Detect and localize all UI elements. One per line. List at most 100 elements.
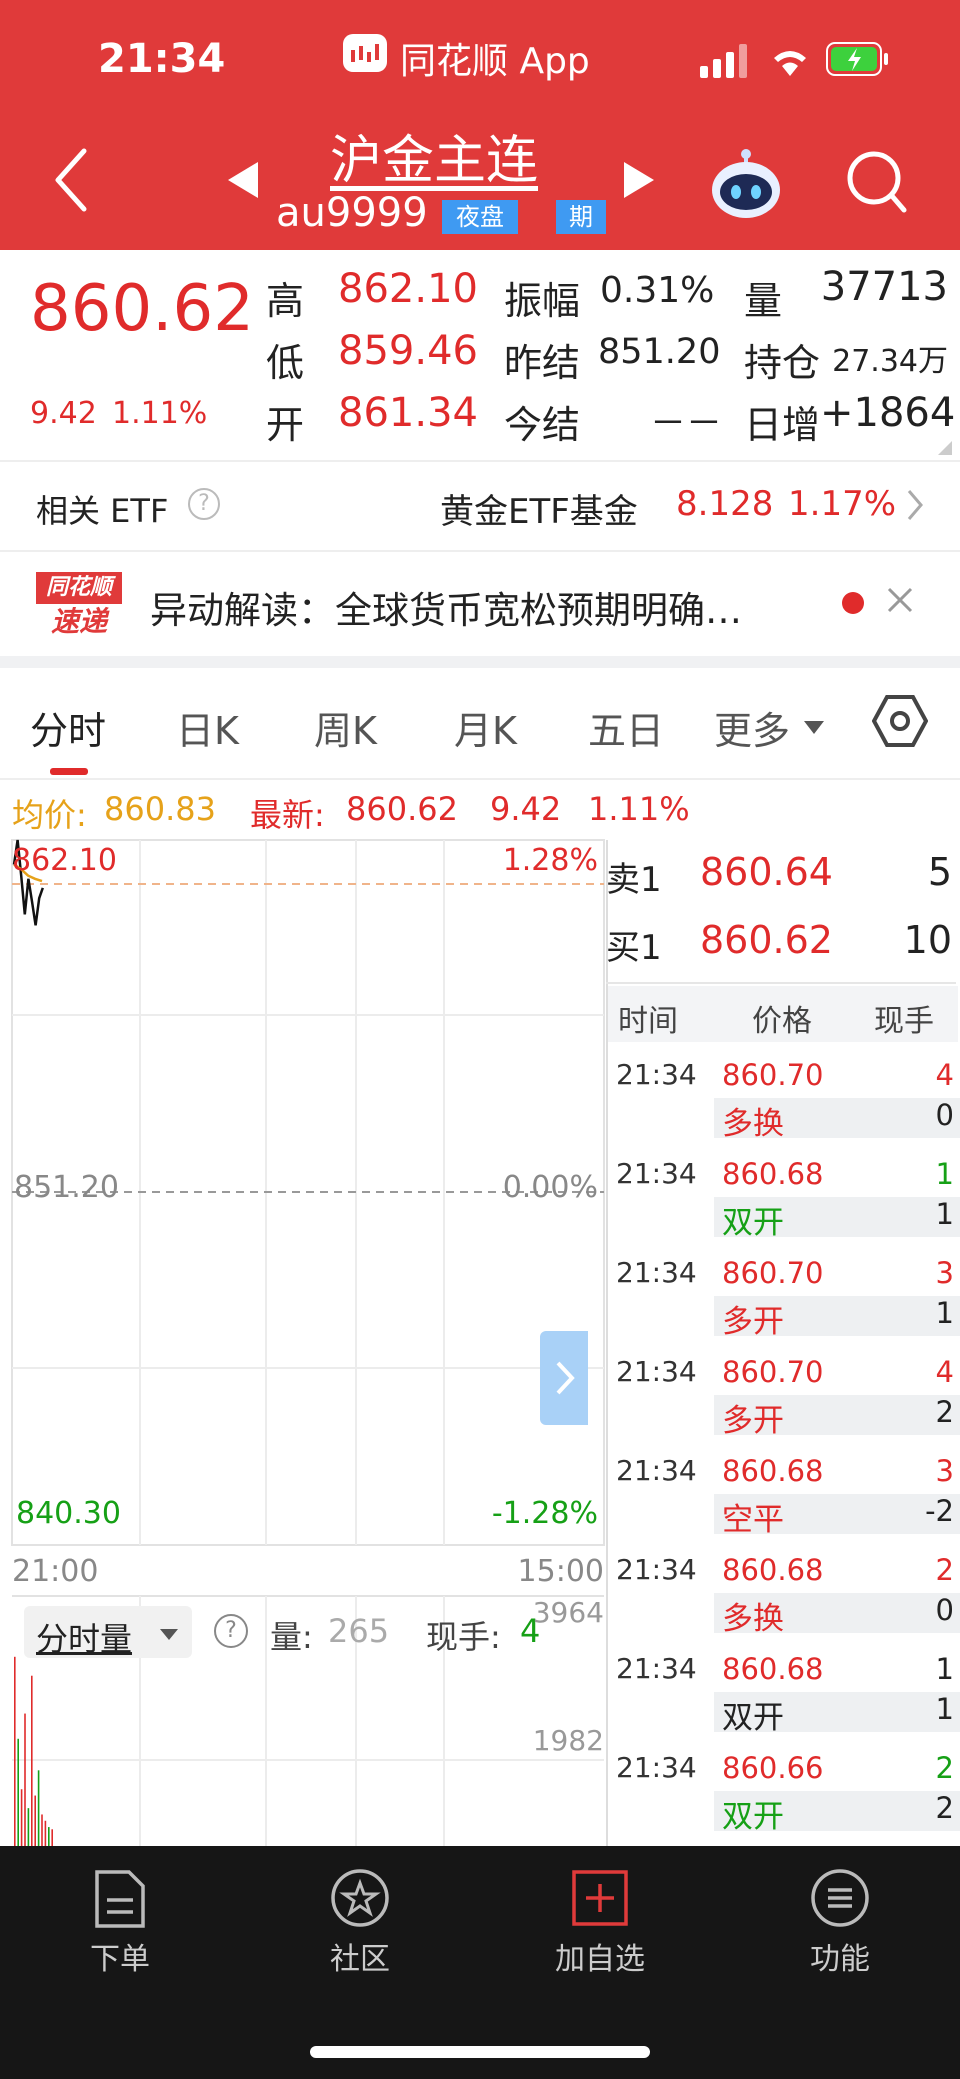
trade-type-vol: 1 xyxy=(935,1692,954,1726)
pct-label-mid: 0.00% xyxy=(502,1170,598,1205)
trade-time: 21:34 xyxy=(616,1058,697,1091)
volume-bar xyxy=(31,1675,33,1846)
trade-time: 21:34 xyxy=(616,1553,697,1586)
trade-price: 860.68 xyxy=(722,1553,824,1587)
trade-vol: 4 xyxy=(935,1058,954,1092)
x-label-start: 21:00 xyxy=(12,1554,99,1589)
table-row: 21:34 860.68 1 双开 1 xyxy=(606,1143,960,1241)
trade-table-header: 时间 价格 现手 xyxy=(608,986,958,1042)
divider xyxy=(606,982,956,984)
volume-bar xyxy=(44,1820,47,1846)
nav-add-watchlist[interactable]: 加自选 xyxy=(540,1860,660,1977)
help-icon[interactable]: ? xyxy=(214,1614,248,1648)
pct-label-bottom: -1.28% xyxy=(491,1496,598,1531)
trade-type-vol: 0 xyxy=(935,1593,954,1627)
nav-label: 功能 xyxy=(810,1942,870,1977)
volume-bar xyxy=(51,1829,53,1846)
table-row: 21:34 860.70 4 多开 2 xyxy=(606,1341,960,1439)
app-root: 21:34 同花顺 App 沪金主连 au9999 夜盘 期 860.62 9.… xyxy=(0,0,960,2079)
y-label-top: 862.10 xyxy=(12,843,117,878)
volume-axis-mid: 1982 xyxy=(532,1724,604,1757)
volume-bar xyxy=(41,1814,43,1846)
y-label-mid: 851.20 xyxy=(14,1170,119,1205)
trade-type-vol: -2 xyxy=(925,1494,954,1528)
trade-price: 860.70 xyxy=(722,1058,824,1092)
menu-circle-icon xyxy=(810,1868,870,1932)
trade-price: 860.68 xyxy=(722,1652,824,1686)
bottom-nav: 下单 社区 加自选 功能 xyxy=(0,1846,960,2079)
order-book-panel: 卖1 860.64 5 买1 860.62 10 时间 价格 现手 21:34 … xyxy=(606,840,960,1850)
trade-type-vol: 1 xyxy=(935,1197,954,1231)
nav-order[interactable]: 下单 xyxy=(60,1860,180,1977)
table-row: 21:34 860.68 2 多换 0 xyxy=(606,1539,960,1637)
sell1-price: 860.64 xyxy=(700,850,833,894)
trade-vol: 3 xyxy=(935,1454,954,1488)
trade-type-vol: 0 xyxy=(935,1098,954,1132)
table-row: 21:34 860.70 3 多开 1 xyxy=(606,1242,960,1340)
table-row: 21:34 860.68 1 双开 1 xyxy=(606,1638,960,1736)
trade-type: 多开 xyxy=(722,1304,784,1340)
buy1-label: 买1 xyxy=(606,928,662,968)
nav-label: 下单 xyxy=(90,1942,150,1977)
y-label-bottom: 840.30 xyxy=(16,1496,121,1531)
trade-time: 21:34 xyxy=(616,1355,697,1388)
expand-panel-button[interactable] xyxy=(540,1331,588,1425)
trade-price: 860.68 xyxy=(722,1454,824,1488)
table-row: 21:34 860.70 4 多换 0 xyxy=(606,1044,960,1142)
volume-bar xyxy=(17,1738,19,1846)
add-plus-icon xyxy=(572,1870,628,1930)
x-label-end: 15:00 xyxy=(517,1554,604,1589)
vol-label: 量: xyxy=(270,1618,313,1656)
community-star-icon xyxy=(330,1868,390,1932)
trade-time: 21:34 xyxy=(616,1256,697,1289)
table-row: 21:34 860.68 3 空平 -2 xyxy=(606,1440,960,1538)
trade-vol: 2 xyxy=(935,1751,954,1785)
sell1-vol: 5 xyxy=(927,850,952,894)
trade-vol: 3 xyxy=(935,1256,954,1290)
caret-down-icon xyxy=(160,1626,178,1645)
pct-label-top: 1.28% xyxy=(502,843,598,878)
volume-selector-label: 分时量 xyxy=(36,1620,133,1658)
order-doc-icon xyxy=(93,1870,147,1932)
trade-type-vol: 1 xyxy=(935,1296,954,1330)
table-row: 21:34 860.66 2 双开 2 xyxy=(606,1737,960,1835)
nav-label: 加自选 xyxy=(555,1942,645,1977)
volume-bar xyxy=(27,1808,30,1846)
header-price: 价格 xyxy=(752,1004,812,1039)
header-time: 时间 xyxy=(618,1004,678,1039)
vol-value: 265 xyxy=(328,1612,390,1650)
trade-type: 多换 xyxy=(722,1106,784,1142)
trade-time: 21:34 xyxy=(616,1157,697,1190)
nav-community[interactable]: 社区 xyxy=(300,1860,420,1977)
trade-time: 21:34 xyxy=(616,1652,697,1685)
trade-type: 双开 xyxy=(722,1700,784,1736)
trade-type-vol: 2 xyxy=(935,1791,954,1825)
trade-type: 多开 xyxy=(722,1403,784,1439)
volume-bar xyxy=(48,1827,50,1846)
trade-vol: 1 xyxy=(935,1157,954,1191)
nav-label: 社区 xyxy=(330,1942,390,1977)
volume-bar xyxy=(34,1795,36,1846)
buy1-price: 860.62 xyxy=(700,918,833,962)
volume-bar xyxy=(20,1789,23,1846)
trade-time: 21:34 xyxy=(616,1454,697,1487)
trade-type: 双开 xyxy=(722,1205,784,1241)
volume-selector[interactable]: 分时量 xyxy=(24,1606,192,1658)
nav-functions[interactable]: 功能 xyxy=(780,1860,900,1977)
volume-bar xyxy=(37,1770,40,1846)
volume-axis-top: 3964 xyxy=(532,1596,604,1629)
trade-type: 空平 xyxy=(722,1502,784,1538)
volume-bar xyxy=(14,1656,16,1846)
trade-vol: 1 xyxy=(935,1652,954,1686)
trade-price: 860.68 xyxy=(722,1157,824,1191)
trade-type: 多换 xyxy=(722,1601,784,1637)
trade-time: 21:34 xyxy=(616,1751,697,1784)
home-indicator[interactable] xyxy=(310,2046,650,2058)
trade-price: 860.70 xyxy=(722,1256,824,1290)
sell1-label: 卖1 xyxy=(606,860,662,900)
trade-price: 860.70 xyxy=(722,1355,824,1389)
trade-vol: 2 xyxy=(935,1553,954,1587)
trade-price: 860.66 xyxy=(722,1751,824,1785)
buy1-vol: 10 xyxy=(903,918,952,962)
trade-type-vol: 2 xyxy=(935,1395,954,1429)
